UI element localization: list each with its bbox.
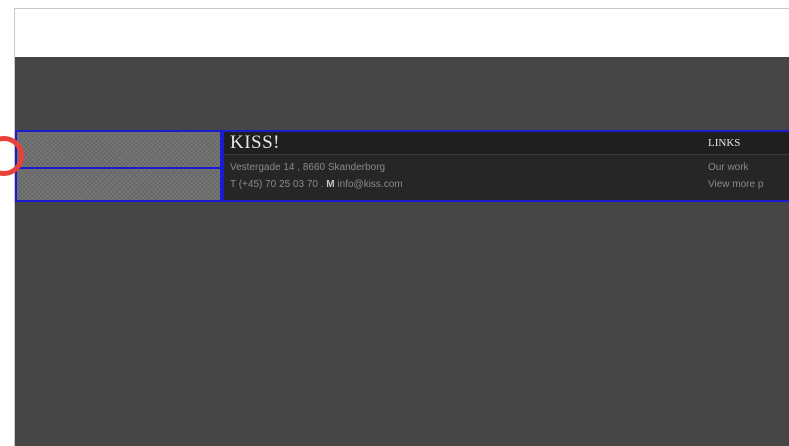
footer-left-divider <box>17 167 220 169</box>
footer-brand-title: KISS! <box>230 132 281 153</box>
email-link[interactable]: info@kiss.com <box>337 179 402 190</box>
footer-left-panel <box>15 130 222 202</box>
footer-address: Vestergade 14 , 8660 Skanderborg <box>230 162 386 173</box>
footer-contact-line: T (+45) 70 25 03 70 . M info@kiss.com <box>230 178 403 191</box>
page-body-dark <box>15 57 789 446</box>
phone-label: T <box>230 179 236 190</box>
page-frame: KISS! LINKS Vestergade 14 , 8660 Skander… <box>14 8 789 446</box>
phone-number[interactable]: (+45) 70 25 03 70 <box>239 179 318 190</box>
footer-links-heading: LINKS <box>708 137 741 149</box>
mail-label: M <box>326 179 335 190</box>
footer-link-view-more[interactable]: View more p <box>708 178 763 191</box>
footer-main-panel: KISS! LINKS Vestergade 14 , 8660 Skander… <box>222 130 789 202</box>
page-header-band <box>15 9 789 57</box>
footer-link-our-work[interactable]: Our work <box>708 161 749 174</box>
site-footer: KISS! LINKS Vestergade 14 , 8660 Skander… <box>15 130 789 202</box>
footer-brand-row <box>224 132 789 155</box>
